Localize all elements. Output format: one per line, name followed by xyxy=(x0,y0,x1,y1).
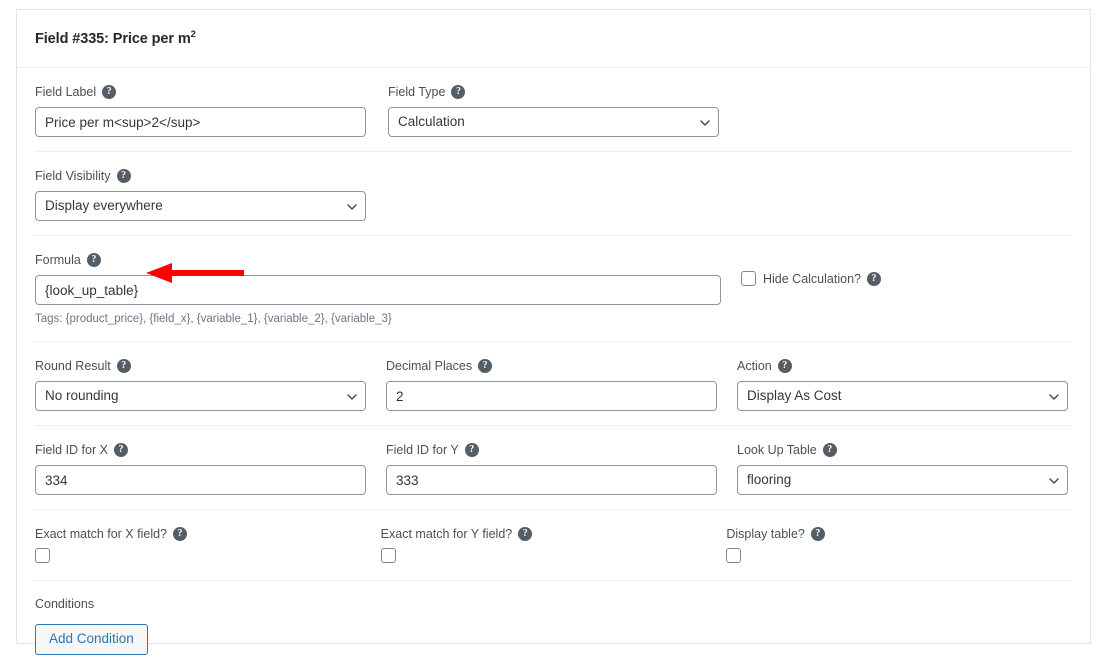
help-icon[interactable]: ? xyxy=(822,443,837,457)
field-group-exact-match-y: Exact match for Y field? ? xyxy=(380,526,727,566)
field-type-label: Field Type ? xyxy=(388,84,721,100)
field-group-field-id-x: Field ID for X ? xyxy=(35,442,386,495)
field-settings-panel: Field #335: Price per m2 Field Label ? F… xyxy=(16,9,1091,655)
field-visibility-select-wrap: Display everywhere xyxy=(35,191,366,221)
hide-calculation-checkbox-row[interactable]: Hide Calculation? ? xyxy=(741,271,881,286)
display-table-label: Display table? ? xyxy=(726,526,1052,542)
help-icon[interactable]: ? xyxy=(102,85,117,99)
field-group-look-up-table: Look Up Table ? flooring xyxy=(737,442,1088,495)
row-field-ids: Field ID for X ? Field ID for Y ? Look U… xyxy=(35,426,1072,510)
panel-header: Field #335: Price per m2 xyxy=(17,10,1090,68)
field-id-y-input[interactable] xyxy=(386,465,717,495)
row-formula: Formula ? Tags: {product_price}, {field_… xyxy=(35,236,1072,342)
row-conditions: Conditions Add Condition xyxy=(35,581,1072,669)
field-id-x-label: Field ID for X ? xyxy=(35,442,366,458)
help-icon[interactable]: ? xyxy=(810,527,825,541)
field-label-input[interactable] xyxy=(35,107,366,137)
display-table-label-text: Display table? xyxy=(726,527,805,541)
look-up-table-select[interactable]: flooring xyxy=(737,465,1068,495)
page-title: Field #335: Price per m2 xyxy=(35,28,196,47)
field-type-select-wrap: Calculation xyxy=(388,107,719,137)
exact-match-x-label: Exact match for X field? ? xyxy=(35,526,361,542)
row-visibility: Field Visibility ? Display everywhere xyxy=(35,152,1072,236)
action-label-text: Action xyxy=(737,359,772,373)
help-icon[interactable]: ? xyxy=(777,359,792,373)
help-icon[interactable]: ? xyxy=(464,443,479,457)
round-result-label-text: Round Result xyxy=(35,359,111,373)
exact-match-x-label-text: Exact match for X field? xyxy=(35,527,168,541)
field-group-decimal-places: Decimal Places ? xyxy=(386,358,737,411)
help-icon[interactable]: ? xyxy=(116,169,131,183)
field-group-round-result: Round Result ? No rounding xyxy=(35,358,386,411)
field-id-x-label-text: Field ID for X xyxy=(35,443,108,457)
decimal-places-label-text: Decimal Places xyxy=(386,359,473,373)
look-up-table-label: Look Up Table ? xyxy=(737,442,1068,458)
field-group-conditions: Conditions Add Condition xyxy=(35,597,1072,655)
formula-tags-hint: Tags: {product_price}, {field_x}, {varia… xyxy=(35,313,392,325)
help-icon[interactable]: ? xyxy=(478,359,493,373)
round-result-select-wrap: No rounding xyxy=(35,381,366,411)
action-select-wrap: Display As Cost xyxy=(737,381,1068,411)
field-id-y-label: Field ID for Y ? xyxy=(386,442,717,458)
field-group-action: Action ? Display As Cost xyxy=(737,358,1088,411)
field-label-label-text: Field Label xyxy=(35,85,97,99)
field-group-formula: Formula ? Tags: {product_price}, {field_… xyxy=(35,252,741,327)
field-id-x-input[interactable] xyxy=(35,465,366,495)
exact-match-y-label-text: Exact match for Y field? xyxy=(380,527,513,541)
field-group-field-type: Field Type ? Calculation xyxy=(388,84,741,137)
help-icon[interactable]: ? xyxy=(113,443,128,457)
help-icon[interactable]: ? xyxy=(451,85,466,99)
decimal-places-label: Decimal Places ? xyxy=(386,358,717,374)
row-rounding-action: Round Result ? No rounding Decimal Place… xyxy=(35,342,1072,426)
field-visibility-label-text: Field Visibility xyxy=(35,169,111,183)
field-group-field-visibility: Field Visibility ? Display everywhere xyxy=(35,168,388,221)
action-label: Action ? xyxy=(737,358,1068,374)
field-group-exact-match-x: Exact match for X field? ? xyxy=(35,526,381,566)
formula-label-text: Formula xyxy=(35,253,81,267)
display-table-checkbox[interactable] xyxy=(726,548,742,563)
help-icon[interactable]: ? xyxy=(866,271,881,286)
round-result-select[interactable]: No rounding xyxy=(35,381,366,411)
decimal-places-input[interactable] xyxy=(386,381,717,411)
exact-match-y-checkbox[interactable] xyxy=(380,548,396,563)
action-select[interactable]: Display As Cost xyxy=(737,381,1068,411)
look-up-table-select-wrap: flooring xyxy=(737,465,1068,495)
field-id-y-label-text: Field ID for Y xyxy=(386,443,459,457)
row-exact-match: Exact match for X field? ? Exact match f… xyxy=(35,510,1072,581)
field-group-field-label: Field Label ? xyxy=(35,84,388,137)
field-type-select[interactable]: Calculation xyxy=(388,107,719,137)
field-visibility-label: Field Visibility ? xyxy=(35,168,368,184)
conditions-label: Conditions xyxy=(35,597,95,611)
formula-input[interactable] xyxy=(35,275,721,305)
add-condition-button[interactable]: Add Condition xyxy=(35,624,148,655)
help-icon[interactable]: ? xyxy=(518,527,533,541)
help-icon[interactable]: ? xyxy=(173,527,188,541)
exact-match-y-label: Exact match for Y field? ? xyxy=(381,526,707,542)
field-visibility-select[interactable]: Display everywhere xyxy=(35,191,366,221)
round-result-label: Round Result ? xyxy=(35,358,366,374)
field-group-display-table: Display table? ? xyxy=(726,526,1072,566)
help-icon[interactable]: ? xyxy=(116,359,131,373)
exact-match-x-checkbox[interactable] xyxy=(35,548,50,563)
page-title-text: Field #335: Price per m xyxy=(35,30,191,47)
field-label-label: Field Label ? xyxy=(35,84,368,100)
hide-calculation-label: Hide Calculation? xyxy=(763,271,861,286)
field-group-field-id-y: Field ID for Y ? xyxy=(386,442,737,495)
row-label-type: Field Label ? Field Type ? Calculation xyxy=(35,68,1072,152)
formula-label: Formula ? xyxy=(35,252,721,268)
help-icon[interactable]: ? xyxy=(86,253,101,267)
field-group-hide-calculation: Hide Calculation? ? xyxy=(741,252,901,327)
page-title-superscript: 2 xyxy=(190,28,196,40)
field-type-label-text: Field Type xyxy=(388,85,446,99)
hide-calculation-checkbox[interactable] xyxy=(741,271,756,286)
look-up-table-label-text: Look Up Table xyxy=(737,443,817,457)
panel-body: Field Label ? Field Type ? Calculation xyxy=(17,68,1090,669)
